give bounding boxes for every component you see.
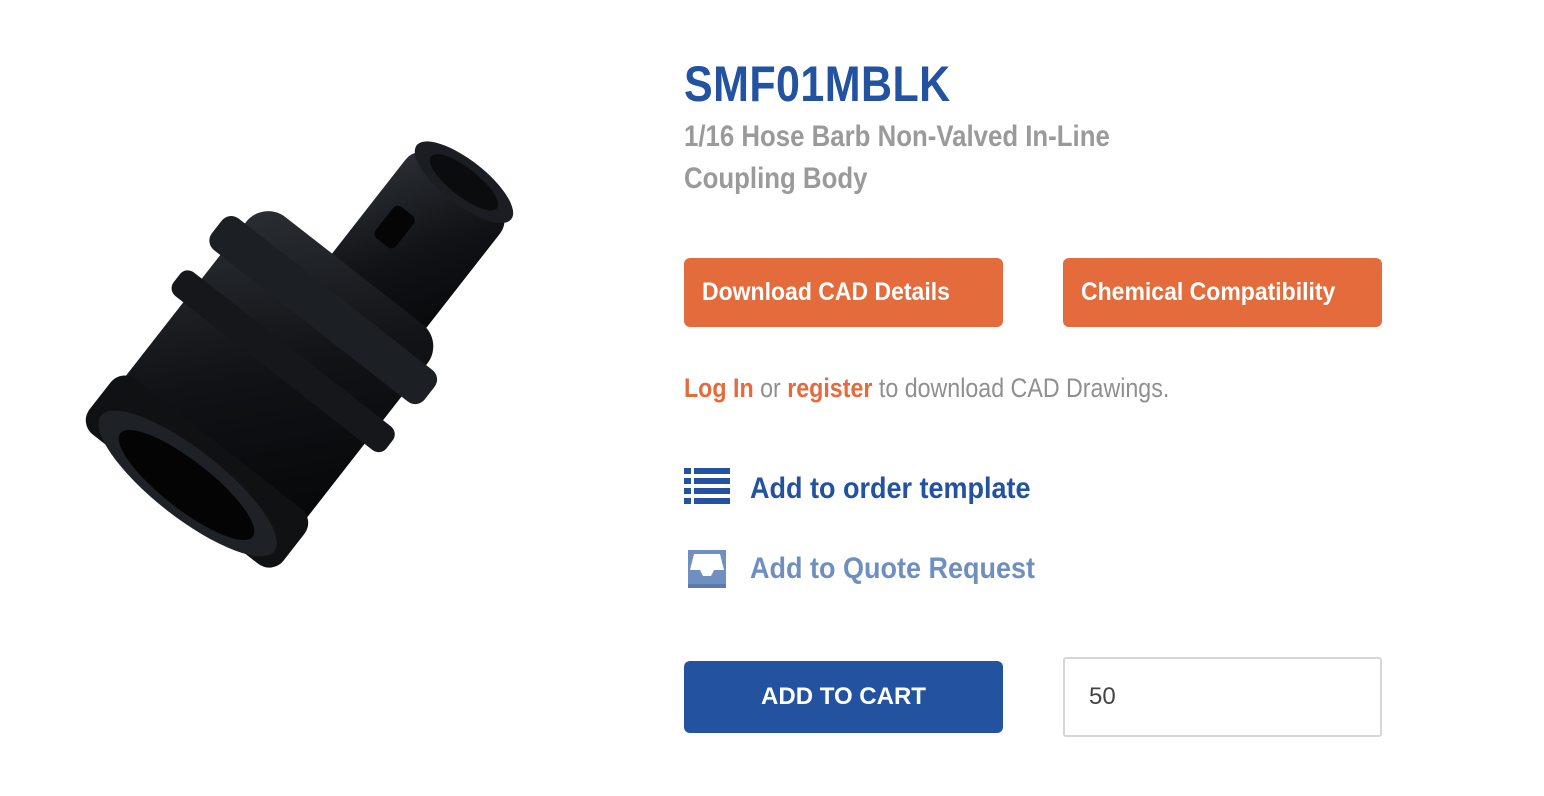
chemical-compatibility-button[interactable]: Chemical Compatibility [1063, 258, 1382, 327]
login-link[interactable]: Log In [684, 373, 754, 403]
coupling-body-image [85, 141, 514, 568]
quote-request-label: Add to Quote Request [750, 552, 1035, 585]
download-cad-button[interactable]: Download CAD Details [684, 258, 1003, 327]
login-or-text: or [760, 373, 781, 403]
product-sku: SMF01MBLK [684, 56, 951, 112]
product-image [40, 40, 600, 620]
download-cad-label: Download CAD Details [702, 278, 950, 306]
add-to-order-template-link[interactable]: Add to order template [684, 464, 1062, 514]
cart-row: ADD TO CART [684, 657, 1384, 741]
chemical-compatibility-label: Chemical Compatibility [1081, 278, 1336, 306]
order-template-label: Add to order template [750, 472, 1031, 505]
add-to-quote-request-link[interactable]: Add to Quote Request [684, 544, 1067, 594]
product-details: SMF01MBLK 1/16 Hose Barb Non-Valved In-L… [684, 56, 1444, 737]
product-description: 1/16 Hose Barb Non-Valved In-Line Coupli… [684, 120, 1110, 195]
list-icon [684, 468, 730, 504]
quantity-input[interactable] [1063, 657, 1382, 737]
login-prompt: Log In or register to download CAD Drawi… [684, 368, 1169, 408]
add-to-cart-button[interactable]: ADD TO CART [684, 661, 1003, 733]
login-suffix-text: to download CAD Drawings. [878, 373, 1170, 403]
document-buttons: Download CAD Details Chemical Compatibil… [684, 258, 1384, 328]
register-link[interactable]: register [787, 373, 872, 403]
inbox-tray-icon [688, 550, 726, 588]
